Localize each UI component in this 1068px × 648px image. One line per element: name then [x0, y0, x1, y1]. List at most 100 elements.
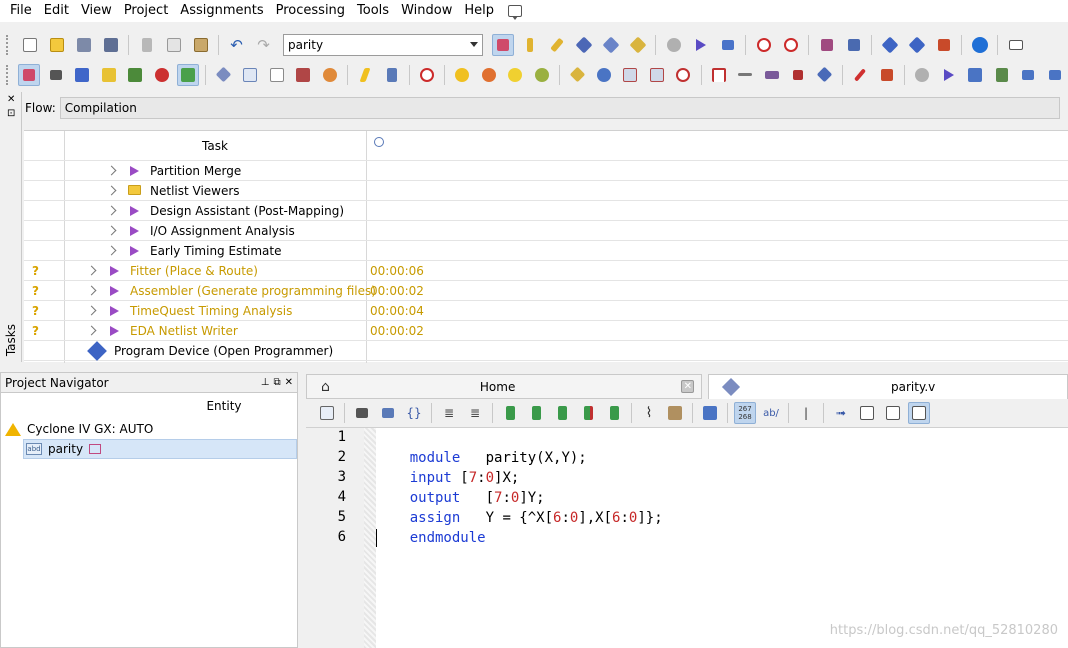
view-button-3[interactable]	[908, 402, 930, 424]
flow-button-25[interactable]	[991, 64, 1012, 86]
revision-select[interactable]: parity	[283, 33, 483, 56]
programmer-button[interactable]	[879, 34, 901, 56]
new-file-button[interactable]	[19, 34, 41, 56]
menu-view[interactable]: View	[75, 0, 118, 22]
toolbar-grip[interactable]	[6, 64, 10, 85]
outdent-button[interactable]: ≣	[464, 402, 486, 424]
flow-button-18[interactable]	[735, 64, 756, 86]
word-wrap-button[interactable]: ab/	[760, 402, 782, 424]
close-icon[interactable]: ✕	[7, 94, 15, 105]
menu-help[interactable]: Help	[458, 0, 500, 22]
task-row[interactable]: Early Timing Estimate	[24, 241, 1068, 261]
edit-button[interactable]	[71, 64, 92, 86]
flow-button-11[interactable]	[531, 64, 552, 86]
task-row[interactable]: ? EDA Netlist Writer 00:00:02	[24, 321, 1068, 341]
editor-window-button[interactable]	[316, 402, 338, 424]
goto-button[interactable]: ➟	[830, 402, 852, 424]
paste-button[interactable]	[190, 34, 212, 56]
find-button[interactable]	[351, 402, 373, 424]
settings-button[interactable]	[546, 34, 568, 56]
chevron-right-icon[interactable]	[86, 285, 97, 296]
flow-button-22[interactable]	[849, 64, 870, 86]
view-button-2[interactable]	[882, 402, 904, 424]
start-compilation-button[interactable]	[690, 34, 712, 56]
timer-button[interactable]	[416, 64, 437, 86]
assignment-editor-button[interactable]	[573, 34, 595, 56]
entity-column-header[interactable]: Entity	[1, 393, 297, 419]
flow-button-2[interactable]	[239, 64, 260, 86]
task-row[interactable]: Design Assistant (Post-Mapping)	[24, 201, 1068, 221]
close-icon[interactable]: ✕	[285, 377, 293, 388]
hierarchy-button[interactable]	[933, 34, 955, 56]
device-row[interactable]: Cyclone IV GX: AUTO	[1, 419, 297, 439]
flow-button-4[interactable]	[292, 64, 313, 86]
flow-button-8[interactable]	[452, 64, 473, 86]
chevron-right-icon[interactable]	[86, 265, 97, 276]
flow-button-27[interactable]	[1044, 64, 1065, 86]
attach-button[interactable]: ⌇	[638, 402, 660, 424]
chevron-right-icon[interactable]	[106, 185, 117, 196]
flow-button-12[interactable]	[567, 64, 588, 86]
save-button[interactable]	[73, 34, 95, 56]
indent-button[interactable]: ≣	[438, 402, 460, 424]
pin-planner-button[interactable]	[519, 34, 541, 56]
task-row[interactable]: Program Device (Open Programmer)	[24, 341, 1068, 361]
flow-button-5[interactable]	[319, 64, 340, 86]
rtl-viewer-button[interactable]	[816, 34, 838, 56]
chip-planner-button[interactable]	[600, 34, 622, 56]
bookmark-clear-button[interactable]	[577, 402, 599, 424]
check-button[interactable]	[177, 63, 199, 86]
time-column-clock-icon[interactable]	[374, 137, 384, 147]
flow-button-26[interactable]	[1017, 64, 1038, 86]
chevron-right-icon[interactable]	[86, 305, 97, 316]
template-button[interactable]	[664, 402, 686, 424]
tab-home[interactable]: ⌂ Home ✕	[306, 374, 702, 399]
close-tab-button[interactable]: ✕	[681, 380, 695, 393]
task-column-header[interactable]: Task	[202, 139, 228, 153]
flow-button-6[interactable]	[354, 64, 375, 86]
copy-button[interactable]	[163, 34, 185, 56]
flow-button-17[interactable]	[708, 64, 729, 86]
refresh-button[interactable]	[151, 64, 172, 86]
help-chat-icon[interactable]	[507, 5, 522, 20]
task-row[interactable]: Partition Merge	[24, 161, 1068, 181]
code-editor[interactable]: module parity(X,Y); input [7:0]X; output…	[376, 428, 1068, 648]
redo-button[interactable]: ↷	[253, 34, 275, 56]
undo-button[interactable]: ↶	[226, 34, 248, 56]
flow-button-19[interactable]	[761, 64, 782, 86]
toolbar-grip[interactable]	[6, 34, 10, 55]
flow-button-20[interactable]	[788, 64, 809, 86]
symbol-button[interactable]	[98, 64, 119, 86]
feedback-button[interactable]	[1005, 34, 1027, 56]
cut-button[interactable]	[136, 34, 158, 56]
flow-button-10[interactable]	[505, 64, 526, 86]
brace-button[interactable]: {}	[403, 402, 425, 424]
view-button-1[interactable]	[856, 402, 878, 424]
entity-row[interactable]: abd parity	[23, 439, 297, 459]
cursor-button[interactable]: |	[795, 402, 817, 424]
syntax-check-button[interactable]	[699, 402, 721, 424]
flow-button-23[interactable]	[876, 64, 897, 86]
flow-button-24[interactable]	[964, 64, 985, 86]
chevron-right-icon[interactable]	[106, 205, 117, 216]
timequest-button[interactable]	[780, 34, 802, 56]
chevron-right-icon[interactable]	[86, 325, 97, 336]
menu-project[interactable]: Project	[118, 0, 174, 22]
analysis-button[interactable]	[717, 34, 739, 56]
float-icon[interactable]: ⧉	[273, 377, 280, 388]
task-row[interactable]: I/O Assignment Analysis	[24, 221, 1068, 241]
device-button[interactable]	[906, 34, 928, 56]
bookmark-next-button[interactable]	[525, 402, 547, 424]
open-button[interactable]	[46, 34, 68, 56]
flow-button-21[interactable]	[814, 64, 835, 86]
stop-button-2[interactable]	[911, 64, 932, 86]
flow-select[interactable]: Compilation	[59, 97, 1060, 119]
table-button[interactable]	[124, 64, 145, 86]
flow-button-3[interactable]	[266, 64, 287, 86]
flow-button-13[interactable]	[593, 64, 614, 86]
find-button[interactable]	[45, 64, 66, 86]
pin-icon[interactable]: ⊥	[261, 377, 270, 388]
flow-button-16[interactable]	[673, 64, 694, 86]
menu-tools[interactable]: Tools	[351, 0, 395, 22]
bookmark-all-button[interactable]	[603, 402, 625, 424]
